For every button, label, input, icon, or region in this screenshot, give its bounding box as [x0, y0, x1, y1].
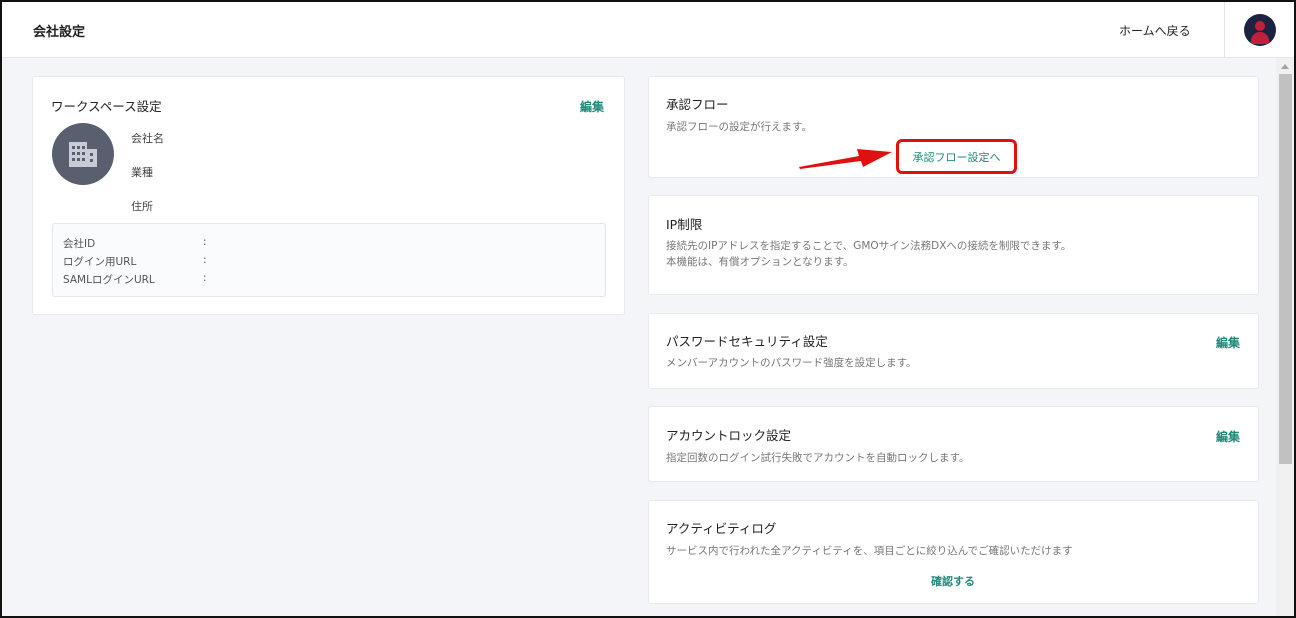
ip-restriction-card: IP制限 接続先のIPアドレスを指定することで、GMOサイン法務DXへの接続を制… [648, 195, 1259, 295]
activity-log-description: サービス内で行われた全アクティビティを、項目ごとに絞り込んでご確認いただけます [666, 545, 1073, 557]
approval-flow-settings-button[interactable]: 承認フロー設定へ [896, 139, 1017, 174]
app-header: 会社設定 ホームへ戻る [2, 2, 1294, 58]
header-divider [1224, 2, 1225, 57]
password-security-edit-link[interactable]: 編集 [1216, 334, 1240, 351]
approval-flow-card: 承認フロー 承認フローの設定が行えます。 承認フロー設定へ [648, 76, 1259, 178]
address-label: 住所 [131, 200, 153, 213]
industry-label: 業種 [131, 166, 153, 179]
user-icon-body [1251, 32, 1269, 44]
vertical-scrollbar[interactable] [1276, 58, 1294, 616]
account-lock-card: アカウントロック設定 編集 指定回数のログイン試行失敗でアカウントを自動ロックし… [648, 406, 1259, 482]
account-lock-title: アカウントロック設定 [666, 428, 792, 443]
company-id-separator: : [203, 236, 207, 248]
red-arrow-annotation [799, 149, 892, 169]
password-security-card: パスワードセキュリティ設定 編集 メンバーアカウントのパスワード強度を設定します… [648, 313, 1259, 389]
login-url-separator: : [203, 254, 207, 266]
login-url-label: ログイン用URL [63, 256, 137, 268]
activity-log-card: アクティビティログ サービス内で行われた全アクティビティを、項目ごとに絞り込んで… [648, 500, 1259, 604]
company-avatar [52, 123, 114, 185]
password-security-title: パスワードセキュリティ設定 [666, 334, 828, 349]
home-link[interactable]: ホームへ戻る [1119, 22, 1191, 39]
ip-restriction-description-line2: 本機能は、有償オプションとなります。 [666, 256, 854, 268]
company-id-label: 会社ID [63, 238, 96, 250]
approval-flow-description: 承認フローの設定が行えます。 [666, 121, 812, 133]
page-title: 会社設定 [33, 25, 86, 40]
ip-restriction-description-line1: 接続先のIPアドレスを指定することで、GMOサイン法務DXへの接続を制限できます… [666, 240, 1072, 252]
workspace-info-box: 会社ID : ログイン用URL : SAMLログインURL : [52, 223, 606, 297]
workspace-settings-title: ワークスペース設定 [51, 99, 162, 114]
activity-log-title: アクティビティログ [666, 521, 777, 536]
account-lock-edit-link[interactable]: 編集 [1216, 428, 1240, 445]
building-icon [69, 142, 97, 167]
user-icon-head [1255, 21, 1265, 31]
workspace-settings-card: ワークスペース設定 編集 会社名 業種 住所 会社ID : ログイン用URL :… [32, 76, 625, 315]
approval-flow-title: 承認フロー [666, 97, 729, 112]
account-lock-description: 指定回数のログイン試行失敗でアカウントを自動ロックします。 [666, 452, 970, 464]
scroll-up-arrow-icon[interactable] [1281, 64, 1289, 69]
activity-log-view-link[interactable]: 確認する [931, 573, 975, 589]
saml-login-url-separator: : [203, 272, 207, 284]
scrollbar-thumb[interactable] [1279, 74, 1292, 464]
saml-login-url-label: SAMLログインURL [63, 274, 155, 286]
password-security-description: メンバーアカウントのパスワード強度を設定します。 [666, 357, 917, 369]
workspace-edit-link[interactable]: 編集 [580, 98, 604, 115]
user-avatar[interactable] [1244, 14, 1276, 46]
ip-restriction-title: IP制限 [666, 217, 703, 232]
company-name-label: 会社名 [131, 132, 164, 145]
